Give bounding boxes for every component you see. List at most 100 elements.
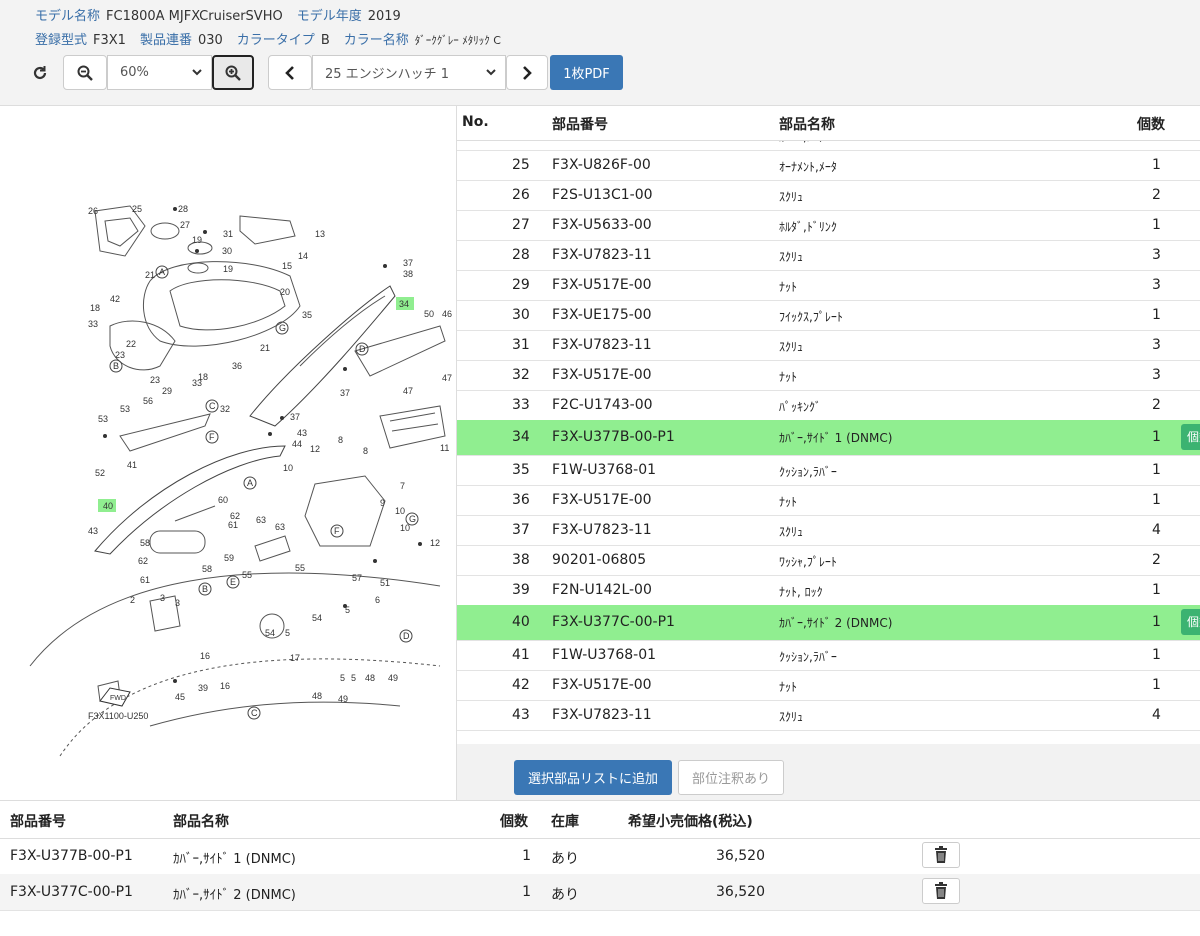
delete-button[interactable] bbox=[922, 842, 960, 868]
part-name-cell: ｸｯｼｮﾝ,ﾗﾊﾞｰ bbox=[779, 650, 837, 664]
svg-text:49: 49 bbox=[388, 673, 398, 683]
table-row[interactable]: 33 F2C-U1743-00 ﾊﾟｯｷﾝｸﾞ 2 bbox=[457, 390, 1200, 421]
svg-text:55: 55 bbox=[295, 563, 305, 573]
table-row[interactable]: 30 F3X-UE175-00 ﾌｲｯｸｽ,ﾌﾟﾚｰﾄ 1 bbox=[457, 300, 1200, 331]
svg-text:33: 33 bbox=[88, 319, 98, 329]
zoom-select[interactable]: 60% bbox=[107, 55, 212, 90]
svg-text:2: 2 bbox=[130, 595, 135, 605]
table-row[interactable]: 43 F3X-U7823-11 ｽｸﾘｭ 4 bbox=[457, 700, 1200, 731]
svg-text:9: 9 bbox=[380, 498, 385, 508]
annotation-button[interactable]: 部位注釈あり bbox=[678, 760, 784, 795]
diagram-caption: F3X1100-U250 bbox=[88, 711, 148, 721]
year-value: 2019 bbox=[367, 9, 401, 24]
color-type-label: カラータイプ bbox=[236, 33, 315, 48]
table-row[interactable]: 42 F3X-U517E-00 ﾅｯﾄ 1 bbox=[457, 670, 1200, 701]
table-row[interactable]: 38 90201-06805 ﾜｯｼｬ,ﾌﾟﾚｰﾄ 2 bbox=[457, 545, 1200, 576]
part-name-cell: ﾎﾙﾀﾞ,ﾄﾞﾘﾝｸ bbox=[779, 220, 837, 234]
sel-col-part-number: 部品番号 bbox=[10, 814, 66, 830]
qty-cell: 2 bbox=[1152, 552, 1161, 568]
table-row[interactable]: 26 F2S-U13C1-00 ｽｸﾘｭ 2 bbox=[457, 180, 1200, 211]
table-row[interactable]: 35 F1W-U3768-01 ｸｯｼｮﾝ,ﾗﾊﾞｰ 1 bbox=[457, 455, 1200, 486]
page-select[interactable]: 25 エンジンハッチ 1 bbox=[312, 55, 506, 90]
selected-price: 36,520 bbox=[716, 884, 765, 900]
table-row[interactable]: 37 F3X-U7823-11 ｽｸﾘｭ 4 bbox=[457, 515, 1200, 546]
next-page-button[interactable] bbox=[506, 55, 548, 90]
table-row[interactable]: 32 F3X-U517E-00 ﾅｯﾄ 3 bbox=[457, 360, 1200, 391]
parts-table-body[interactable]: 24F3X-U6202-00ｶﾊﾞｰ,ﾒｰﾀ125F3X-U826F-00ｵｰﾅ… bbox=[457, 140, 1200, 744]
svg-text:47: 47 bbox=[403, 386, 413, 396]
fwd-label: FWD bbox=[110, 695, 126, 702]
part-no-cell: 38 bbox=[512, 552, 530, 568]
svg-text:3: 3 bbox=[160, 593, 165, 603]
table-row[interactable]: 27 F3X-U5633-00 ﾎﾙﾀﾞ,ﾄﾞﾘﾝｸ 1 bbox=[457, 210, 1200, 241]
svg-text:45: 45 bbox=[175, 692, 185, 702]
prev-page-button[interactable] bbox=[268, 55, 312, 90]
svg-text:48: 48 bbox=[365, 673, 375, 683]
svg-text:33: 33 bbox=[192, 378, 202, 388]
svg-text:29: 29 bbox=[162, 386, 172, 396]
zoom-out-button[interactable] bbox=[63, 55, 107, 90]
sel-col-price: 希望小売価格(税込) bbox=[628, 814, 753, 830]
table-row[interactable]: 41 F1W-U3768-01 ｸｯｼｮﾝ,ﾗﾊﾞｰ 1 bbox=[457, 640, 1200, 671]
svg-text:58: 58 bbox=[140, 538, 150, 548]
svg-text:55: 55 bbox=[242, 570, 252, 580]
part-number-cell: F3X-UE175-00 bbox=[552, 307, 652, 323]
part-number-cell: F3X-U5633-00 bbox=[552, 217, 652, 233]
svg-text:63: 63 bbox=[275, 522, 285, 532]
part-no-cell: 42 bbox=[512, 677, 530, 693]
part-number-cell: F3X-U517E-00 bbox=[552, 492, 652, 508]
svg-text:15: 15 bbox=[282, 261, 292, 271]
delete-button[interactable] bbox=[922, 878, 960, 904]
select-part-button[interactable]: 個数 bbox=[1181, 424, 1200, 450]
part-name-cell: ｽｸﾘｭ bbox=[779, 710, 804, 724]
reg-value: F3X1 bbox=[93, 33, 126, 48]
qty-cell: 4 bbox=[1152, 522, 1161, 538]
table-row[interactable]: 34 F3X-U377B-00-P1 ｶﾊﾞｰ,ｻｲﾄﾞ 1 (DNMC) 1 個数 bbox=[457, 420, 1200, 456]
svg-text:35: 35 bbox=[302, 310, 312, 320]
part-name-cell: ﾅｯﾄ bbox=[779, 280, 798, 294]
chevron-right-icon bbox=[523, 65, 532, 80]
chevron-down-icon bbox=[192, 69, 202, 76]
part-name-cell: ﾅｯﾄ, ﾛｯｸ bbox=[779, 585, 823, 599]
svg-text:F: F bbox=[334, 526, 340, 536]
table-row[interactable]: 40 F3X-U377C-00-P1 ｶﾊﾞｰ,ｻｲﾄﾞ 2 (DNMC) 1 個数 bbox=[457, 605, 1200, 641]
pdf-button[interactable]: 1枚PDF bbox=[550, 55, 623, 90]
qty-cell: 3 bbox=[1152, 367, 1161, 383]
sel-col-part-name: 部品名称 bbox=[173, 814, 229, 830]
selected-part-name: ｶﾊﾞｰ,ｻｲﾄﾞ 2 (DNMC) bbox=[173, 888, 296, 903]
selected-table-row: F3X-U377B-00-P1 ｶﾊﾞｰ,ｻｲﾄﾞ 1 (DNMC) あり 1 36,5… bbox=[0, 838, 1200, 875]
selected-qty: 1 bbox=[522, 884, 531, 900]
svg-text:G: G bbox=[409, 514, 416, 524]
part-number-cell: F3X-U7823-11 bbox=[552, 707, 652, 723]
refresh-icon bbox=[33, 65, 47, 79]
svg-text:37: 37 bbox=[340, 388, 350, 398]
table-row[interactable]: 31 F3X-U7823-11 ｽｸﾘｭ 3 bbox=[457, 330, 1200, 361]
table-row[interactable]: 29 F3X-U517E-00 ﾅｯﾄ 3 bbox=[457, 270, 1200, 301]
refresh-button[interactable] bbox=[20, 55, 60, 90]
table-row[interactable]: 39 F2N-U142L-00 ﾅｯﾄ, ﾛｯｸ 1 bbox=[457, 575, 1200, 606]
svg-text:17: 17 bbox=[290, 653, 300, 663]
zoom-in-button[interactable] bbox=[212, 55, 254, 90]
svg-text:23: 23 bbox=[150, 375, 160, 385]
add-to-list-button[interactable]: 選択部品リストに追加 bbox=[514, 760, 672, 795]
qty-cell: 1 bbox=[1152, 217, 1161, 233]
part-no-cell: 40 bbox=[512, 614, 530, 630]
part-no-cell: 30 bbox=[512, 307, 530, 323]
chevron-down-icon bbox=[486, 69, 496, 76]
svg-text:46: 46 bbox=[442, 309, 452, 319]
selected-part-name: ｶﾊﾞｰ,ｻｲﾄﾞ 1 (DNMC) bbox=[173, 852, 296, 867]
part-name-cell: ｵｰﾅﾒﾝﾄ,ﾒｰﾀ bbox=[779, 160, 837, 174]
table-row[interactable]: 25 F3X-U826F-00 ｵｰﾅﾒﾝﾄ,ﾒｰﾀ 1 bbox=[457, 150, 1200, 181]
part-no-cell: 25 bbox=[512, 157, 530, 173]
part-number-cell: F2S-U13C1-00 bbox=[552, 187, 653, 203]
part-number-cell: 90201-06805 bbox=[552, 552, 647, 568]
col-part-number: 部品番号 bbox=[552, 117, 608, 133]
part-name-cell: ｽｸﾘｭ bbox=[779, 190, 804, 204]
col-qty: 個数 bbox=[1137, 117, 1165, 133]
part-name-cell: ﾌｲｯｸｽ,ﾌﾟﾚｰﾄ bbox=[779, 310, 843, 324]
svg-text:13: 13 bbox=[315, 229, 325, 239]
table-row[interactable]: 36 F3X-U517E-00 ﾅｯﾄ 1 bbox=[457, 485, 1200, 516]
select-part-button[interactable]: 個数 bbox=[1181, 609, 1200, 635]
exploded-view-drawing: 26 25 28 271931 301913 1415 37 382034 50 463… bbox=[29, 204, 452, 757]
table-row[interactable]: 28 F3X-U7823-11 ｽｸﾘｭ 3 bbox=[457, 240, 1200, 271]
